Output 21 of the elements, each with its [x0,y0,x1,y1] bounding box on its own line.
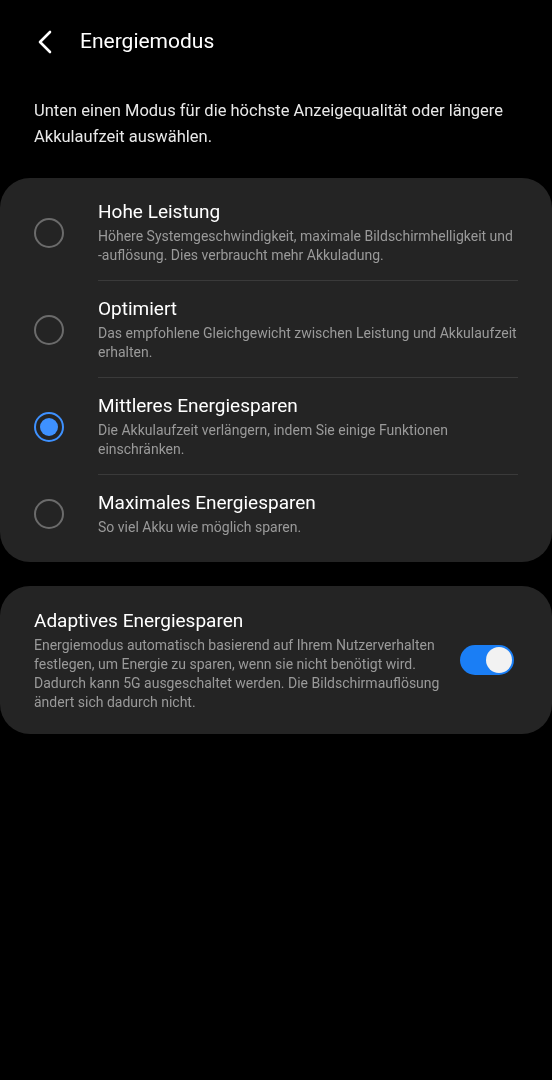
toggle-switch[interactable] [460,645,514,675]
adaptive-description: Energiemodus automatisch basierend auf Ihrem Nutzerverhalten festlegen, um Energie zu sparen, wenn sie nicht benötigt wird. Dadurch kann 5G ausgeschaltet werden. Die Bildschirmauflösung ändert sich dadurch nicht. [34,636,440,712]
adaptive-title: Adaptives Energiesparen [34,608,245,634]
radio-button[interactable] [34,411,64,442]
mode-title: Mittleres Energiesparen [98,393,299,419]
mode-option[interactable]: Maximales Energiesparen So viel Akku wie möglich sparen. [0,475,552,552]
mode-description: Das empfohlene Gleichgewicht zwischen Leistung und Akkulaufzeit erhalten. [98,324,518,362]
intro-text: Unten einen Modus für die höchste Anzeigequalität oder längere Akkulaufzeit auswählen. [33,100,504,148]
mode-option[interactable]: Mittleres Energiesparen Die Akkulaufzeit verlängern, indem Sie einige Funktionen einschränken. [0,378,552,475]
mode-title: Optimiert [98,296,179,322]
radio-button[interactable] [34,217,64,248]
mode-description: Die Akkulaufzeit verlängern, indem Sie einige Funktionen einschränken. [98,421,449,459]
radio-button[interactable] [34,498,64,529]
mode-description: Höhere Systemgeschwindigkeit, maximale Bildschirmhelligkeit und -auflösung. Dies verbraucht mehr Akkuladung. [98,227,514,265]
mode-option[interactable]: Hohe Leistung Höhere Systemgeschwindigkeit, maximale Bildschirmhelligkeit und -auflösung. Dies verbraucht mehr Akkuladung. [0,184,552,281]
screen-title: Energiemodus [80,28,215,56]
radio-button[interactable] [34,314,64,345]
mode-title: Hohe Leistung [98,199,222,225]
mode-description: So viel Akku wie möglich sparen. [98,518,303,537]
mode-title: Maximales Energiesparen [98,490,317,516]
mode-option[interactable]: Optimiert Das empfohlene Gleichgewicht zwischen Leistung und Akkulaufzeit erhalten. [0,281,552,378]
